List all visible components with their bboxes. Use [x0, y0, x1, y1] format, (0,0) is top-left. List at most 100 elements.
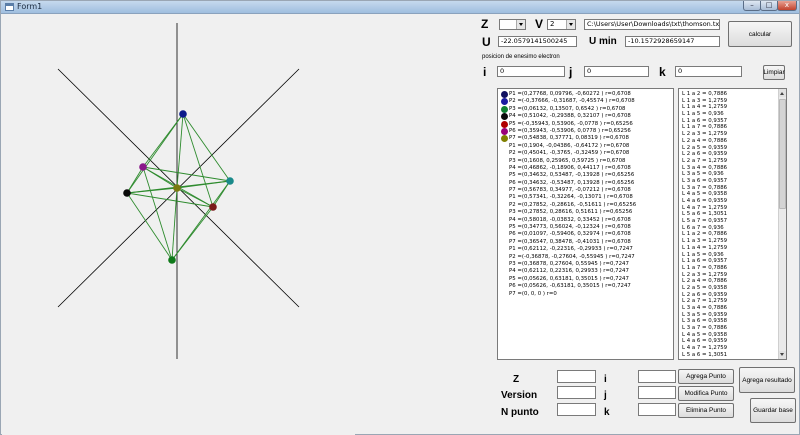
distance-row[interactable]: L 4 a 6 = 0,9359 — [682, 338, 727, 345]
point-row[interactable]: P7 =(0,54838, 0,37771, 0,08319 ) r=0,670… — [501, 135, 636, 143]
distance-row[interactable]: L 1 a 6 = 0,9357 — [682, 258, 727, 265]
distance-row[interactable]: L 1 a 7 = 0,7886 — [682, 265, 727, 272]
distance-row[interactable]: L 4 a 7 = 1,2759 — [682, 345, 727, 352]
distance-row[interactable]: L 1 a 5 = 0,936 — [682, 252, 727, 259]
point-row[interactable]: P2 =(0,27852, -0,28616, -0,51611 ) r=0,6… — [501, 202, 636, 209]
v-select[interactable]: 2 — [547, 19, 576, 30]
distance-row[interactable]: L 5 a 7 = 0,9357 — [682, 218, 727, 225]
distance-row[interactable]: L 2 a 6 = 0,9359 — [682, 151, 727, 158]
point-row[interactable]: P2 =(-0,36878, -0,27604, -0,55945 ) r=0,… — [501, 254, 636, 261]
point-row[interactable]: P5 =(0,34773, 0,56024, -0,12324 ) r=0,67… — [501, 224, 636, 231]
distance-row[interactable]: L 2 a 7 = 1,2759 — [682, 158, 727, 165]
bottom-i-field[interactable] — [638, 370, 676, 383]
j-field[interactable]: 0 — [584, 66, 649, 77]
distance-row[interactable]: L 2 a 5 = 0,9358 — [682, 285, 727, 292]
point-row[interactable]: P3 =(0,1608, 0,25965, 0,59725 ) r=0,6708 — [501, 158, 636, 165]
guardar-base-button[interactable]: Guardar base — [750, 398, 796, 423]
distance-row[interactable]: L 1 a 7 = 0,7886 — [682, 124, 727, 131]
close-button[interactable]: x — [777, 1, 797, 11]
title-bar[interactable]: Form1 — [1, 1, 799, 14]
distance-row[interactable]: L 3 a 4 = 0,7886 — [682, 305, 727, 312]
limpiar-button[interactable]: Limpiar — [763, 65, 785, 80]
point-row[interactable]: P4 =(0,58018, -0,03832, 0,33452 ) r=0,67… — [501, 217, 636, 224]
file-path-field[interactable]: C:\Users\User\Downloads\txt\thomson.txt — [584, 19, 720, 30]
point-row[interactable]: P3 =(0,27852, 0,28616, 0,51611 ) r=0,652… — [501, 209, 636, 216]
distance-row[interactable]: L 1 a 3 = 1,2759 — [682, 98, 727, 105]
elimina-punto-button[interactable]: Elimina Punto — [678, 403, 734, 418]
chevron-down-icon[interactable] — [566, 20, 575, 29]
distance-row[interactable]: L 2 a 6 = 0,9359 — [682, 292, 727, 299]
distance-row[interactable]: L 2 a 5 = 0,9359 — [682, 145, 727, 152]
distance-row[interactable]: L 4 a 7 = 1,2759 — [682, 205, 727, 212]
distance-row[interactable]: L 3 a 6 = 0,9357 — [682, 178, 727, 185]
scroll-up-icon[interactable] — [779, 89, 786, 97]
point-row[interactable]: P1 =(0,1904, -0,04386, -0,64172 ) r=0,67… — [501, 143, 636, 150]
point-row[interactable]: P1 =(0,62112, -0,22316, -0,29933 ) r=0,7… — [501, 246, 636, 253]
point-row[interactable]: P3 =(0,06132, 0,13507, 0,6542 ) r=0,6708 — [501, 105, 636, 113]
minimize-button[interactable]: – — [743, 1, 761, 11]
point-row[interactable]: P6 =(0,35943, -0,53906, 0,0778 ) r=0,652… — [501, 127, 636, 135]
z-select[interactable] — [499, 19, 526, 30]
umin-field[interactable]: -10.1572928659147 — [625, 36, 720, 47]
version-field[interactable] — [557, 386, 596, 399]
scroll-down-icon[interactable] — [779, 351, 786, 359]
point-row[interactable]: P4 =(0,62112, 0,22316, 0,29933 ) r=0,724… — [501, 268, 636, 275]
point-row[interactable]: P5 =(0,34632, 0,53487, -0,13928 ) r=0,65… — [501, 172, 636, 179]
distance-row[interactable]: L 1 a 2 = 0,7886 — [682, 91, 727, 98]
distance-row[interactable]: L 2 a 3 = 1,2759 — [682, 131, 727, 138]
distances-list[interactable]: L 1 a 2 = 0,7886 L 1 a 3 = 1,2759 L 1 a 4 … — [678, 88, 787, 360]
point-row[interactable]: P6 =(0,34632, -0,53487, 0,13928 ) r=0,65… — [501, 180, 636, 187]
point-row[interactable]: P4 =(0,51042, -0,29388, 0,32107 ) r=0,67… — [501, 113, 636, 121]
bottom-z-field[interactable] — [557, 370, 596, 383]
point-row[interactable]: P4 =(0,46862, -0,18906, 0,44117 ) r=0,67… — [501, 165, 636, 172]
distance-row[interactable]: L 1 a 3 = 1,2759 — [682, 238, 727, 245]
distance-row[interactable]: L 1 a 2 = 0,7886 — [682, 231, 727, 238]
agrega-resultado-button[interactable]: Agrega resultado — [739, 367, 795, 393]
calcular-button[interactable]: calcular — [728, 21, 792, 47]
npunto-field[interactable] — [557, 403, 596, 416]
distance-row[interactable]: L 4 a 5 = 0,9358 — [682, 191, 727, 198]
distance-row[interactable]: L 3 a 5 = 0,936 — [682, 171, 727, 178]
distance-row[interactable]: L 1 a 4 = 1,2759 — [682, 245, 727, 252]
distance-row[interactable]: L 1 a 4 = 1,2759 — [682, 104, 727, 111]
point-row[interactable]: P1 =(0,57341, -0,32264, -0,13071 ) r=0,6… — [501, 194, 636, 201]
chevron-down-icon[interactable] — [516, 20, 525, 29]
distance-row[interactable]: L 2 a 4 = 0,7886 — [682, 138, 727, 145]
distance-row[interactable]: L 2 a 3 = 1,2759 — [682, 272, 727, 279]
u-field[interactable]: -22.0579141500245 — [498, 36, 577, 47]
point-row[interactable]: P2 =(0,45041, -0,3765, -0,32459 ) r=0,67… — [501, 150, 636, 157]
point-row[interactable]: P7 =(0, 0, 0 ) r=0 — [501, 291, 636, 298]
distance-row[interactable]: L 2 a 4 = 0,7886 — [682, 278, 727, 285]
distance-row[interactable]: L 3 a 7 = 0,7886 — [682, 325, 727, 332]
bottom-k-field[interactable] — [638, 403, 676, 416]
point-row[interactable]: P3 =(0,36878, 0,27604, 0,55945 ) r=0,724… — [501, 261, 636, 268]
distance-row[interactable]: L 4 a 6 = 0,9359 — [682, 198, 727, 205]
distance-row[interactable]: L 6 a 7 = 0,936 — [682, 225, 727, 232]
distance-row[interactable]: L 2 a 7 = 1,2759 — [682, 298, 727, 305]
point-row[interactable]: P7 =(0,36547, 0,38478, -0,41031 ) r=0,67… — [501, 239, 636, 246]
distance-row[interactable]: L 1 a 6 = 0,9357 — [682, 118, 727, 125]
point-row[interactable]: P6 =(0,05626, -0,63181, 0,35015 ) r=0,72… — [501, 283, 636, 290]
drawing-canvas[interactable] — [2, 15, 355, 435]
distance-row[interactable]: L 5 a 6 = 1,3051 — [682, 352, 727, 359]
distance-row[interactable]: L 1 a 5 = 0,936 — [682, 111, 727, 118]
point-row[interactable]: P5 =(-0,35943, 0,53906, -0,0778 ) r=0,65… — [501, 120, 636, 128]
i-field[interactable]: 0 — [497, 66, 565, 77]
point-row[interactable]: P7 =(0,56783, 0,34977, -0,07212 ) r=0,67… — [501, 187, 636, 194]
distance-row[interactable]: L 3 a 5 = 0,9359 — [682, 312, 727, 319]
point-row[interactable]: P1 =(0,27768, 0,09796, -0,60272 ) r=0,67… — [501, 91, 636, 98]
point-row[interactable]: P6 =(0,01097, -0,59406, 0,32974 ) r=0,67… — [501, 231, 636, 238]
k-field[interactable]: 0 — [675, 66, 742, 77]
points-list[interactable]: P1 =(0,27768, 0,09796, -0,60272 ) r=0,67… — [497, 88, 674, 360]
distance-row[interactable]: L 3 a 6 = 0,9358 — [682, 318, 727, 325]
distance-row[interactable]: L 5 a 6 = 1,3051 — [682, 211, 727, 218]
scroll-thumb[interactable] — [779, 99, 786, 209]
bottom-j-field[interactable] — [638, 386, 676, 399]
point-row[interactable]: P5 =(0,05626, 0,63181, 0,35015 ) r=0,724… — [501, 276, 636, 283]
modifica-punto-button[interactable]: Modifica Punto — [678, 386, 734, 401]
distance-row[interactable]: L 3 a 7 = 0,7886 — [682, 185, 727, 192]
maximize-button[interactable]: □ — [760, 1, 778, 11]
distance-row[interactable]: L 3 a 4 = 0,7886 — [682, 165, 727, 172]
point-row[interactable]: P2 =(-0,37666, -0,31687, -0,45574 ) r=0,… — [501, 98, 636, 106]
distances-scrollbar[interactable] — [778, 89, 786, 359]
